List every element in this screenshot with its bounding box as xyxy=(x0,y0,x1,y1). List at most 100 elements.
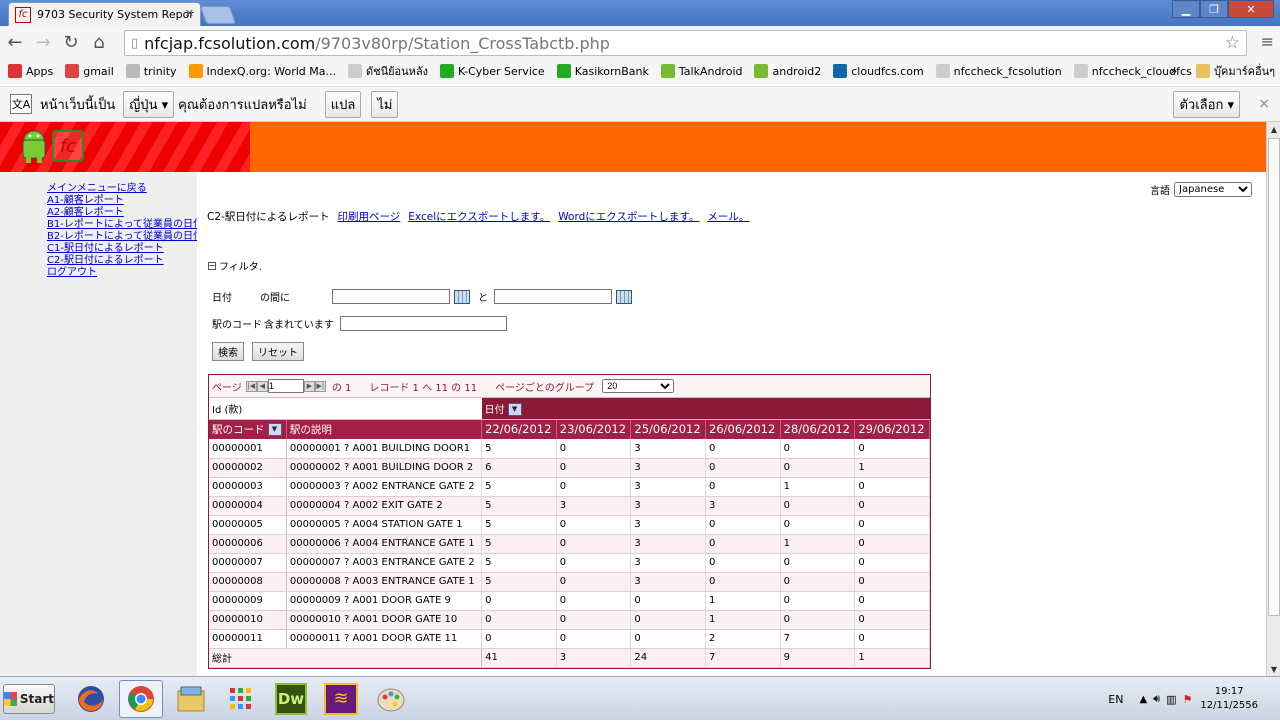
scroll-down-icon[interactable]: ▼ xyxy=(1267,662,1280,676)
bookmark-item[interactable]: cloudfcs.com xyxy=(833,64,924,78)
print-link[interactable]: 印刷用ページ xyxy=(338,209,401,224)
search-button[interactable]: 検索 xyxy=(212,342,244,361)
folder-label: บุ๊คมาร์คอื่นๆ xyxy=(1214,65,1276,78)
window-close-button[interactable]: ✕ xyxy=(1228,0,1274,18)
back-icon[interactable]: ← xyxy=(2,29,28,55)
minimize-button[interactable]: ▁ xyxy=(1172,0,1200,18)
mail-link[interactable]: メール。 xyxy=(707,209,749,224)
station-code-cell: 00000006 xyxy=(209,534,287,554)
sidebar-link-c2[interactable]: C2-駅日付によるレポート xyxy=(47,255,197,267)
home-icon[interactable]: ⌂ xyxy=(86,29,112,55)
count-cell: 0 xyxy=(780,515,856,535)
browser-tab[interactable]: fc 9703 Security System Repor ✕ xyxy=(8,2,201,26)
language-select[interactable]: ญี่ปุ่น ▾ xyxy=(123,90,175,118)
bookmark-favicon-icon xyxy=(935,64,950,78)
bookmark-favicon-icon xyxy=(660,64,675,78)
count-cell: 0 xyxy=(481,591,557,611)
tray-expand-icon[interactable]: ▲ xyxy=(1139,694,1147,705)
count-cell: 5 xyxy=(481,572,557,592)
bookmark-star-icon[interactable]: ☆ xyxy=(1225,33,1240,53)
start-button[interactable]: Start xyxy=(3,683,55,714)
export-word-link[interactable]: Wordにエクスポートします。 xyxy=(558,209,699,224)
sidebar-link-main-menu[interactable]: メインメニューに戻る xyxy=(47,183,197,195)
bookmark-item[interactable]: KasikornBank xyxy=(556,64,649,78)
dreamweaver-icon[interactable]: Dw xyxy=(269,680,313,718)
translate-close-icon[interactable]: × xyxy=(1258,96,1270,112)
volume-icon[interactable]: 🔊︎ xyxy=(1153,692,1160,706)
filter-toggle[interactable]: − フィルタ. xyxy=(208,258,262,273)
count-cell: 0 xyxy=(780,610,856,630)
firefox-icon[interactable] xyxy=(69,680,113,718)
other-bookmarks-folder[interactable]: บุ๊คมาร์คอื่นๆ xyxy=(1196,62,1275,80)
no-translate-button[interactable]: ไม่ xyxy=(371,90,399,118)
sidebar-link-a2[interactable]: A2-顧客レポート xyxy=(47,207,197,219)
calendar-to-icon[interactable] xyxy=(616,289,632,304)
bookmarks-overflow-icon[interactable]: » xyxy=(1170,64,1177,78)
chrome-menu-icon[interactable]: ≡ xyxy=(1261,32,1274,51)
page-number-input[interactable] xyxy=(267,379,304,393)
count-cell: 3 xyxy=(630,553,707,573)
tab-close-icon[interactable]: ✕ xyxy=(185,7,194,20)
bookmark-item[interactable]: Apps xyxy=(8,64,53,78)
bookmark-item[interactable]: ดัชนีย้อนหลัง xyxy=(347,62,428,80)
next-page-icon[interactable]: ▶ xyxy=(303,380,315,392)
last-page-icon[interactable]: ▶| xyxy=(314,380,326,392)
file-explorer-icon[interactable] xyxy=(169,680,213,718)
sidebar-link-c1[interactable]: C1-駅日付によるレポート xyxy=(47,243,197,255)
translate-button[interactable]: แปล xyxy=(324,90,362,118)
restore-button[interactable]: ❐ xyxy=(1200,0,1228,18)
first-page-icon[interactable]: |◀ xyxy=(245,380,257,392)
bookmark-favicon-icon xyxy=(8,64,22,78)
code-column-header[interactable]: 駅のコード ▼ xyxy=(209,419,287,439)
page-scrollbar[interactable]: ▲ ▼ xyxy=(1266,122,1280,676)
bookmark-item[interactable]: nfccheck_fcsolution xyxy=(935,64,1062,78)
paint-icon[interactable] xyxy=(369,680,413,718)
page-size-select[interactable]: 20 xyxy=(602,379,675,393)
bookmark-item[interactable]: IndexQ.org: World Ma... xyxy=(188,64,336,78)
bookmark-item[interactable]: trinity xyxy=(125,64,177,78)
date-column-header: 29/06/2012 xyxy=(854,419,930,439)
date-to-input[interactable] xyxy=(494,289,612,304)
prev-page-icon[interactable]: ◀ xyxy=(256,380,268,392)
clock[interactable]: 19:17 12/11/2556 xyxy=(1200,685,1258,713)
network-icon[interactable]: ▥ xyxy=(1166,693,1176,706)
sidebar-link-a1[interactable]: A1-顧客レポート xyxy=(47,195,197,207)
station-code-input[interactable] xyxy=(339,316,507,331)
bookmark-item[interactable]: TalkAndroid xyxy=(660,64,742,78)
sidebar-link-b1[interactable]: B1-レポートによって従業員の日付 xyxy=(47,219,203,231)
reload-icon[interactable]: ↻ xyxy=(58,29,84,55)
apps-grid-icon[interactable] xyxy=(219,680,263,718)
station-desc-cell: 00000008 ? A003 ENTRANCE GATE 1 xyxy=(286,572,483,592)
date-dropdown-icon[interactable]: ▼ xyxy=(507,403,522,416)
count-cell: 0 xyxy=(630,610,707,630)
page-of-label: の 1 xyxy=(331,382,352,394)
sidebar-link-b2[interactable]: B2-レポートによって従業員の日付 xyxy=(47,231,203,243)
scrollbar-thumb[interactable] xyxy=(1268,138,1280,616)
station-code-cell: 00000007 xyxy=(209,553,287,573)
between-label: の間に xyxy=(260,293,290,304)
bookmark-item[interactable]: K-Cyber Service xyxy=(440,64,545,78)
count-cell: 0 xyxy=(854,610,930,630)
new-tab-button[interactable] xyxy=(199,6,237,24)
reset-button[interactable]: リセット xyxy=(252,342,304,361)
bookmark-item[interactable]: android2 xyxy=(754,64,821,78)
station-code-cell: 00000004 xyxy=(209,496,287,516)
sidebar-link-logout[interactable]: ログアウト xyxy=(47,267,197,279)
chrome-icon[interactable] xyxy=(119,679,163,718)
translate-options-button[interactable]: ตัวเลือก ▾ xyxy=(1173,90,1240,118)
date-from-input[interactable] xyxy=(332,289,450,304)
book-app-icon[interactable]: ≋ xyxy=(319,680,363,718)
export-excel-link[interactable]: Excelにエクスポートします。 xyxy=(408,209,550,224)
tab-title: 9703 Security System Repor xyxy=(37,8,194,21)
address-bar[interactable]: ▯ nfcjap.fcsolution.com /9703v80rp/Stati… xyxy=(124,30,1247,56)
count-cell: 0 xyxy=(556,458,632,478)
translate-bar: 文A หน้าเว็บนี้เป็น ญี่ปุ่น ▾ คุณต้องการแ… xyxy=(0,86,1280,122)
forward-icon[interactable]: → xyxy=(30,29,56,55)
scroll-up-icon[interactable]: ▲ xyxy=(1267,122,1280,136)
language-select-dropdown[interactable]: Japanese xyxy=(1174,182,1252,197)
bookmark-item[interactable]: gmail xyxy=(65,64,114,78)
flag-icon[interactable]: ⚑ xyxy=(1182,693,1192,706)
code-dropdown-icon[interactable]: ▼ xyxy=(267,423,282,437)
input-language[interactable]: EN xyxy=(1108,693,1123,706)
calendar-from-icon[interactable] xyxy=(454,289,470,304)
